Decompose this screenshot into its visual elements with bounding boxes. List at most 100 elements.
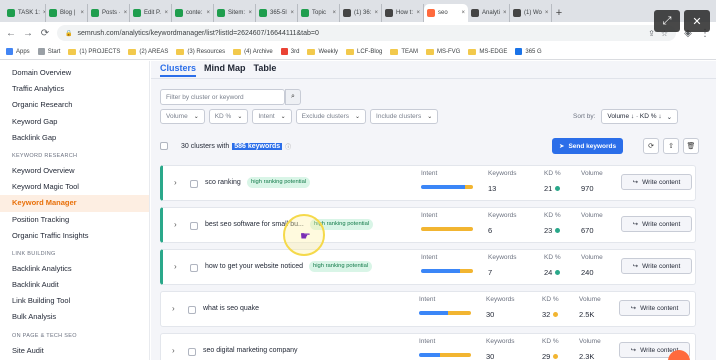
filter-dropdown[interactable]: Include clusters ⌄: [370, 109, 439, 124]
export-icon[interactable]: ⇧: [663, 138, 679, 154]
cluster-row[interactable]: › seo digital marketing company Intent Keyw…: [160, 333, 696, 360]
write-content-button[interactable]: ↪ Write content: [621, 258, 692, 274]
browser-tab[interactable]: Analyti ×: [468, 4, 510, 22]
tab-clusters[interactable]: Clusters: [160, 63, 197, 77]
bookmark-item[interactable]: Weekly: [307, 48, 338, 55]
sidebar-item[interactable]: Backlink Gap: [0, 130, 149, 146]
sidebar-item[interactable]: Keyword Manager: [0, 195, 149, 212]
chevron-right-icon[interactable]: ›: [174, 262, 177, 271]
row-checkbox[interactable]: [188, 348, 196, 356]
close-tab-icon[interactable]: ×: [545, 10, 549, 16]
cluster-name[interactable]: how to get your website noticed: [205, 263, 303, 270]
cluster-row[interactable]: › sco ranking high ranking potential Intent…: [160, 165, 696, 201]
bookmark-item[interactable]: (4) Archive: [233, 48, 273, 55]
bookmark-item[interactable]: Start: [37, 48, 60, 55]
bookmark-item[interactable]: (3) Resources: [176, 48, 225, 55]
write-content-button[interactable]: ↪ Write content: [621, 174, 692, 190]
tab-mind-map[interactable]: Mind Map: [204, 63, 246, 77]
close-tab-icon[interactable]: ×: [164, 10, 168, 16]
chevron-right-icon[interactable]: ›: [172, 346, 175, 355]
sidebar-item[interactable]: Organic Research: [0, 97, 149, 113]
browser-tab[interactable]: seo ×: [424, 4, 468, 22]
new-tab-icon[interactable]: +: [552, 4, 566, 22]
row-checkbox[interactable]: [190, 264, 198, 272]
sidebar-item[interactable]: Keyword Overview: [0, 163, 149, 179]
bookmark-item[interactable]: 3rd: [280, 48, 299, 55]
trash-icon[interactable]: 🗑: [683, 138, 699, 154]
browser-tab[interactable]: (1) Wo ×: [510, 4, 552, 22]
bookmark-item[interactable]: (1) PROJECTS: [68, 48, 120, 55]
browser-tab[interactable]: Sitem: ×: [214, 4, 256, 22]
browser-tab[interactable]: Posts · ×: [88, 4, 130, 22]
filter-dropdown[interactable]: Volume ⌄: [160, 109, 205, 124]
filter-dropdown[interactable]: KD % ⌄: [208, 109, 249, 124]
close-tab-icon[interactable]: ×: [80, 10, 84, 16]
sidebar-item[interactable]: Link Building Tool: [0, 293, 149, 309]
sidebar-item[interactable]: Position Tracking: [0, 212, 149, 228]
write-content-button[interactable]: ↪ Write content: [621, 216, 692, 232]
chevron-right-icon[interactable]: ›: [172, 304, 175, 313]
tab-table[interactable]: Table: [254, 63, 277, 77]
chevron-right-icon[interactable]: ›: [174, 220, 177, 229]
cluster-row[interactable]: › best seo software for small bu... high r…: [160, 207, 696, 243]
browser-tab[interactable]: Blog | ×: [46, 4, 88, 22]
row-checkbox[interactable]: [188, 306, 196, 314]
filter-dropdown[interactable]: Exclude clusters ⌄: [295, 109, 367, 124]
close-tab-icon[interactable]: ×: [416, 10, 420, 16]
write-content-button[interactable]: ↪ Write content: [619, 300, 690, 316]
sidebar-item[interactable]: Backlink Audit: [0, 277, 149, 293]
sidebar-item[interactable]: Backlink Analytics: [0, 261, 149, 277]
bookmark-item[interactable]: (2) AREAS: [128, 48, 168, 55]
bookmark-item[interactable]: LCF-Blog: [346, 48, 382, 55]
bookmark-item[interactable]: 365 G: [515, 48, 542, 55]
filter-dropdown[interactable]: Intent ⌄: [252, 109, 292, 124]
close-tab-icon[interactable]: ×: [461, 10, 465, 16]
close-tab-icon[interactable]: ×: [124, 10, 128, 16]
browser-tab[interactable]: (1) 36: ×: [340, 4, 382, 22]
chevron-right-icon[interactable]: ›: [174, 178, 177, 187]
bookmark-item[interactable]: MS-EDGE: [468, 48, 507, 55]
cluster-row[interactable]: › what is seo quake Intent Keywords KD % Volu…: [160, 291, 696, 327]
close-tab-icon[interactable]: ×: [290, 10, 294, 16]
close-tab-icon[interactable]: ×: [332, 10, 336, 16]
info-icon[interactable]: ⓘ: [285, 142, 291, 151]
browser-tab[interactable]: 365-5l ×: [256, 4, 298, 22]
bookmark-item[interactable]: TEAM: [390, 48, 418, 55]
sidebar-item[interactable]: Organic Traffic Insights: [0, 228, 149, 244]
row-checkbox[interactable]: [190, 222, 198, 230]
sidebar-item[interactable]: Keyword Gap: [0, 114, 149, 130]
cluster-row[interactable]: › how to get your website noticed high ran…: [160, 249, 696, 285]
sort-select[interactable]: Volume ↓ · KD % ↓ ⌄: [601, 109, 679, 124]
close-tab-icon[interactable]: ×: [248, 10, 252, 16]
send-keywords-button[interactable]: ➤ Send keywords: [552, 138, 624, 154]
reload-icon[interactable]: ⟳: [40, 28, 50, 39]
close-tab-icon[interactable]: ×: [503, 10, 507, 16]
search-icon[interactable]: ⌕: [285, 89, 301, 105]
filter-input[interactable]: Filter by cluster or keyword: [160, 89, 285, 105]
browser-tab[interactable]: conte: ×: [172, 4, 214, 22]
browser-tab[interactable]: How t: ×: [382, 4, 424, 22]
row-checkbox[interactable]: [190, 180, 198, 188]
expand-icon[interactable]: ⤢: [654, 10, 680, 32]
browser-tab[interactable]: Topic ×: [298, 4, 340, 22]
close-icon[interactable]: ✕: [684, 10, 710, 32]
sidebar-item[interactable]: Bulk Analysis: [0, 309, 149, 325]
select-all-checkbox[interactable]: [160, 142, 168, 150]
sidebar-item[interactable]: Traffic Analytics: [0, 81, 149, 97]
bookmark-item[interactable]: MS-FVG: [426, 48, 460, 55]
browser-tab[interactable]: Edit P. ×: [130, 4, 172, 22]
cluster-name[interactable]: what is seo quake: [203, 305, 259, 312]
refresh-icon[interactable]: ⟳: [643, 138, 659, 154]
cluster-name[interactable]: sco ranking: [205, 179, 241, 186]
forward-icon[interactable]: →: [23, 28, 33, 39]
browser-tab[interactable]: TASK 1:×: [4, 4, 46, 22]
sidebar-item[interactable]: Site Audit: [0, 343, 149, 359]
cluster-name[interactable]: seo digital marketing company: [203, 347, 298, 354]
bookmark-item[interactable]: Apps: [6, 48, 30, 55]
address-bar[interactable]: 🔒 semrush.com/analytics/keywordmanager/l…: [57, 25, 676, 41]
close-tab-icon[interactable]: ×: [374, 10, 378, 16]
sidebar-item[interactable]: Keyword Magic Tool: [0, 179, 149, 195]
close-tab-icon[interactable]: ×: [206, 10, 210, 16]
sidebar-item[interactable]: Domain Overview: [0, 65, 149, 81]
back-icon[interactable]: ←: [6, 28, 16, 39]
